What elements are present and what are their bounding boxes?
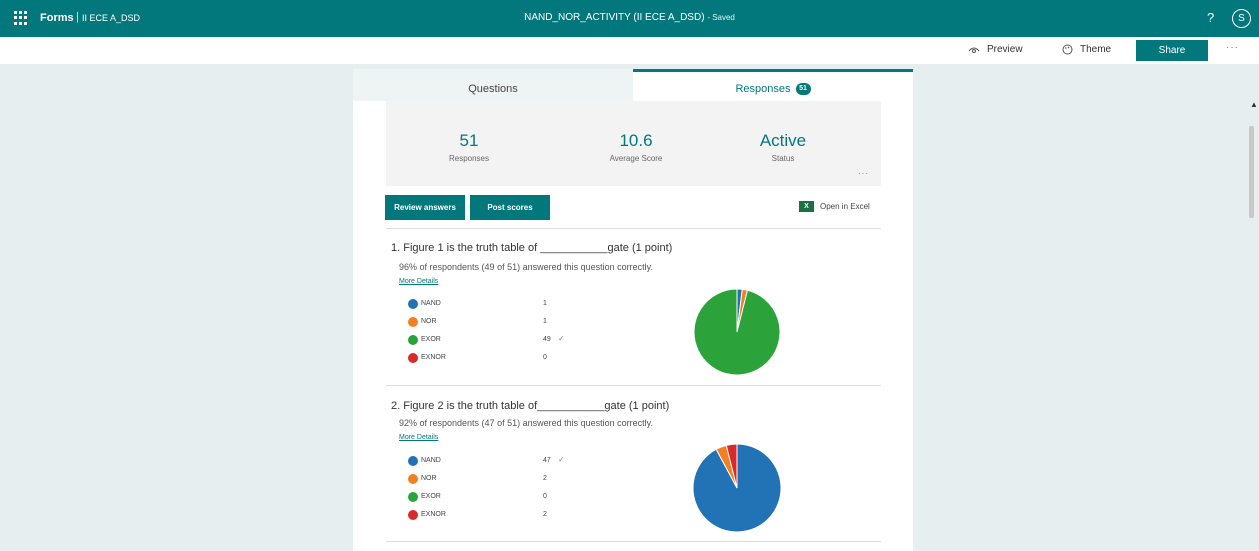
option-label: EXNOR <box>421 511 446 518</box>
open-in-excel-button[interactable]: X Open in Excel <box>799 201 870 212</box>
summary-more-icon[interactable]: ··· <box>858 169 869 178</box>
option-count: 47 <box>543 457 551 464</box>
legend-dot <box>408 335 418 345</box>
legend-dot <box>408 353 418 363</box>
app-header: Forms | II ECE A_DSD NAND_NOR_ACTIVITY (… <box>0 0 1259 37</box>
legend-dot <box>408 317 418 327</box>
option-label: EXOR <box>421 493 441 500</box>
question-2-pie-chart <box>692 443 782 533</box>
question-2-title: 2. Figure 2 is the truth table of_______… <box>391 400 670 412</box>
legend-dot <box>408 456 418 466</box>
responses-stat: 51 Responses <box>434 131 504 163</box>
theme-label: Theme <box>1080 44 1112 55</box>
post-scores-button[interactable]: Post scores <box>470 195 550 220</box>
legend-dot <box>408 299 418 309</box>
scrollbar-thumb[interactable] <box>1249 126 1254 218</box>
scroll-up-icon[interactable]: ▲ <box>1250 100 1258 109</box>
status-stat: Active Status <box>748 131 818 163</box>
eye-icon <box>968 47 980 53</box>
question-1-stat: 96% of respondents (49 of 51) answered t… <box>399 262 653 272</box>
summary-panel: 51 Responses 10.6 Average Score Active S… <box>386 101 881 186</box>
average-score-stat: 10.6 Average Score <box>591 131 681 163</box>
palette-icon <box>1062 44 1073 55</box>
user-avatar[interactable]: S <box>1232 9 1251 28</box>
option-label: NAND <box>421 457 441 464</box>
pie-slice-exor[interactable] <box>693 288 781 376</box>
share-button[interactable]: Share <box>1136 40 1208 61</box>
correct-check-icon: ✓ <box>558 334 565 343</box>
theme-button[interactable]: Theme <box>1062 44 1111 55</box>
question-2-more-details-link[interactable]: More Details <box>399 434 438 441</box>
option-count: 0 <box>543 493 547 500</box>
average-score-label: Average Score <box>609 154 663 163</box>
question-2-stat: 92% of respondents (47 of 51) answered t… <box>399 418 653 428</box>
option-label: NAND <box>421 300 441 307</box>
option-count: 0 <box>543 354 547 361</box>
option-label: NOR <box>421 475 437 482</box>
preview-button[interactable]: Preview <box>968 44 1023 55</box>
responses-card: Questions Responses 51 51 Responses 10.6 … <box>353 69 913 551</box>
legend-dot <box>408 492 418 502</box>
tab-responses-label: Responses <box>735 83 791 95</box>
responses-count-badge: 51 <box>795 83 811 96</box>
tab-responses[interactable]: Responses 51 <box>633 69 913 101</box>
tab-questions-label: Questions <box>468 83 518 95</box>
form-title-text: NAND_NOR_ACTIVITY (II ECE A_DSD) <box>524 12 705 23</box>
divider <box>386 541 881 542</box>
option-label: EXOR <box>421 336 441 343</box>
form-title: NAND_NOR_ACTIVITY (II ECE A_DSD) - Saved <box>0 12 1259 23</box>
status-label: Status <box>771 154 795 163</box>
divider <box>386 228 881 229</box>
option-count: 49 <box>543 336 551 343</box>
command-bar: Preview Theme <box>0 37 1259 64</box>
legend-dot <box>408 474 418 484</box>
option-count: 1 <box>543 318 547 325</box>
responses-label: Responses <box>448 154 490 163</box>
question-1-title: 1. Figure 1 is the truth table of ______… <box>391 242 673 254</box>
average-score-value: 10.6 <box>619 131 653 150</box>
save-status: - Saved <box>707 13 735 22</box>
option-label: NOR <box>421 318 437 325</box>
legend-dot <box>408 510 418 520</box>
question-1-more-details-link[interactable]: More Details <box>399 278 438 285</box>
preview-label: Preview <box>987 44 1023 55</box>
status-value: Active <box>759 131 807 150</box>
question-1-pie-chart <box>693 288 781 376</box>
excel-icon: X <box>799 201 814 212</box>
option-count: 2 <box>543 475 547 482</box>
correct-check-icon: ✓ <box>558 455 565 464</box>
more-options-icon[interactable]: ··· <box>1226 42 1239 53</box>
divider <box>386 385 881 386</box>
review-answers-button[interactable]: Review answers <box>385 195 465 220</box>
help-icon[interactable]: ? <box>1207 10 1214 25</box>
option-label: EXNOR <box>421 354 446 361</box>
open-in-excel-label: Open in Excel <box>820 202 870 211</box>
option-count: 1 <box>543 300 547 307</box>
tab-questions[interactable]: Questions <box>353 69 633 101</box>
responses-value: 51 <box>459 131 479 150</box>
option-count: 2 <box>543 511 547 518</box>
